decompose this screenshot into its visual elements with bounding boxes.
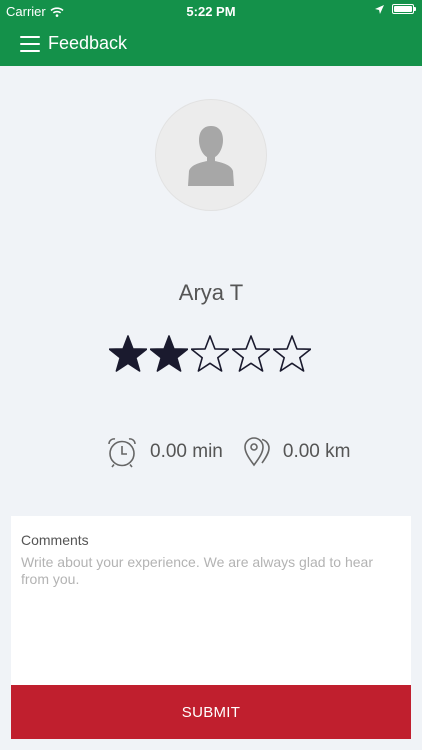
duration-stat: 0.00 min (106, 436, 223, 468)
status-bar: Carrier 5:22 PM (0, 0, 422, 22)
menu-line (20, 36, 40, 38)
distance-stat: 0.00 km (243, 436, 351, 468)
alarm-clock-icon (108, 438, 136, 468)
star-empty-icon[interactable] (273, 333, 311, 375)
comments-label: Comments (21, 532, 89, 548)
star-empty-icon[interactable] (191, 333, 229, 375)
battery-icon (392, 4, 416, 14)
distance-value: 0.00 km (282, 441, 351, 462)
submit-button[interactable]: SUBMIT (11, 685, 411, 739)
status-right (375, 4, 416, 14)
star-rating (109, 333, 311, 375)
person-icon (188, 126, 234, 186)
comments-input[interactable] (21, 554, 391, 674)
star-filled-icon[interactable] (150, 333, 188, 375)
menu-line (20, 50, 40, 52)
location-arrow-icon (375, 4, 384, 14)
avatar (155, 99, 267, 211)
page-title: Feedback (48, 33, 128, 53)
menu-button[interactable] (20, 36, 40, 52)
star-empty-icon[interactable] (232, 333, 270, 375)
trip-stats: 0.00 min 0.00 km (106, 436, 350, 468)
map-pins-icon (244, 437, 270, 467)
menu-line (20, 43, 40, 45)
duration-value: 0.00 min (150, 441, 223, 462)
driver-name: Arya T (178, 280, 244, 305)
star-filled-icon[interactable] (109, 333, 147, 375)
app-bar: Feedback (0, 22, 422, 66)
comments-card: Comments (11, 516, 411, 685)
status-time: 5:22 PM (186, 4, 236, 19)
